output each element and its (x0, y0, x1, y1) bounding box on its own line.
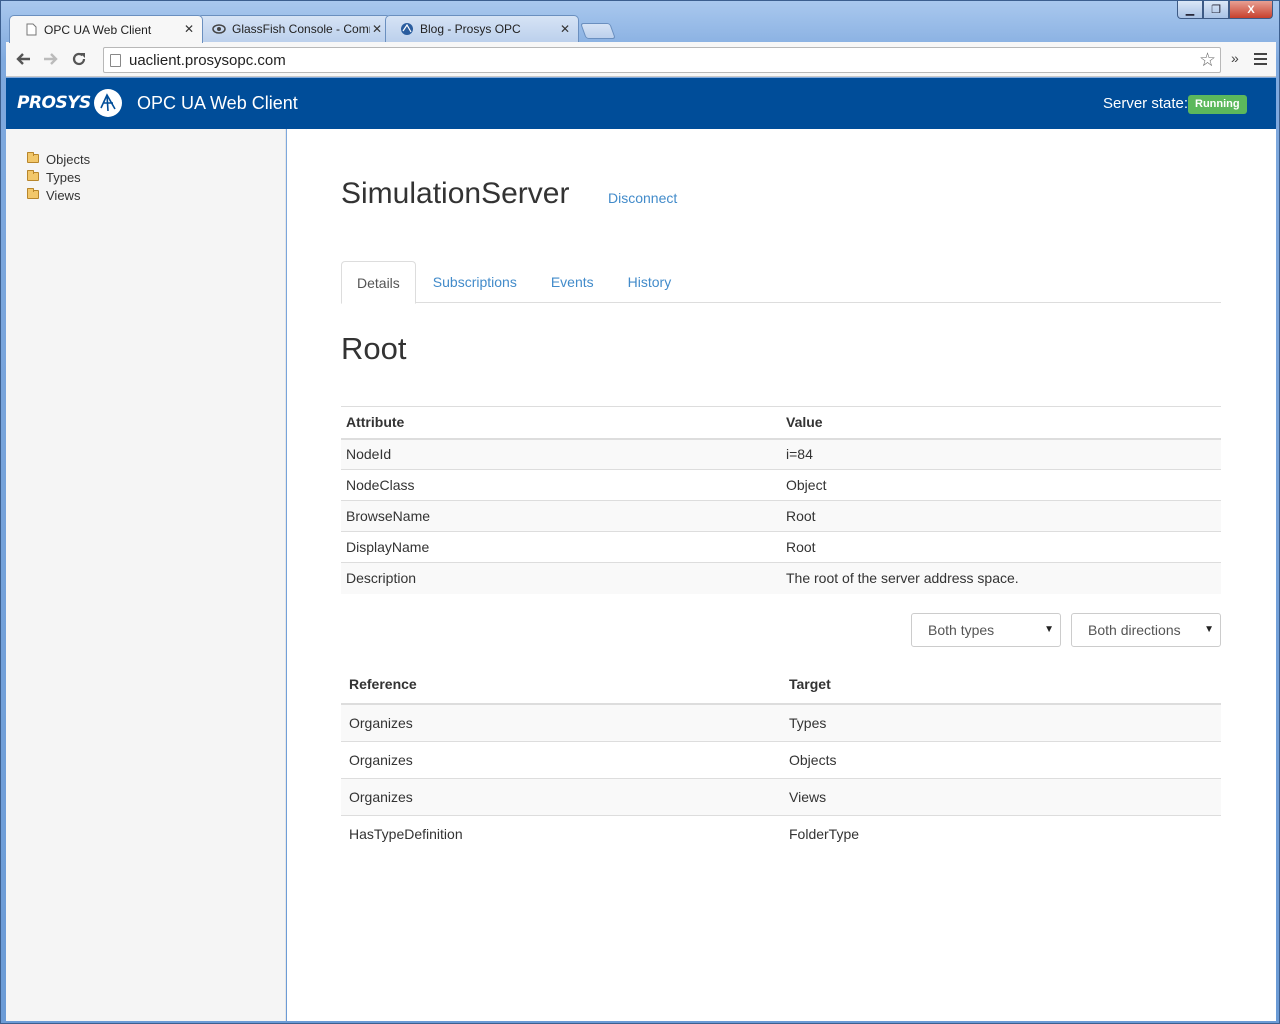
tab-subscriptions[interactable]: Subscriptions (416, 261, 534, 303)
logo-text: PROSYS (17, 93, 91, 113)
prosys-logo[interactable]: PROSYS (17, 89, 122, 117)
new-tab-button[interactable] (580, 23, 616, 39)
maximize-button[interactable]: ❐ (1203, 1, 1229, 19)
table-row: Description The root of the server addre… (341, 562, 1221, 594)
table-row[interactable]: Organizes Objects (341, 740, 1221, 778)
reference-target: Objects (781, 740, 1221, 778)
reference-type: Organizes (341, 704, 781, 741)
main-content: SimulationServer Disconnect Details Subs… (287, 129, 1276, 1021)
browser-tab-title: Blog - Prosys OPC (420, 22, 521, 36)
tree-item-objects[interactable]: Objects (27, 150, 90, 168)
disconnect-link[interactable]: Disconnect (608, 190, 677, 206)
attributes-table: Attribute Value NodeId i=84 NodeClass Ob… (341, 406, 1221, 594)
table-header-row: Reference Target (341, 665, 1221, 705)
browser-tab-title: OPC UA Web Client (44, 22, 152, 37)
reference-type: Organizes (341, 777, 781, 815)
glassfish-icon (212, 22, 226, 36)
table-row: BrowseName Root (341, 500, 1221, 532)
attribute-value: Root (781, 531, 1221, 563)
browser-tab-title: GlassFish Console - Comm (232, 22, 370, 36)
reference-direction-select[interactable]: Both directions ▼ (1071, 613, 1221, 647)
dropdown-caret-icon: ▼ (1204, 624, 1214, 635)
prosys-globe-icon (93, 89, 122, 117)
folder-icon (27, 169, 39, 181)
reference-type: HasTypeDefinition (341, 814, 781, 852)
column-header-target: Target (781, 665, 1221, 705)
reference-target: FolderType (781, 814, 1221, 852)
browser-tab-blog-prosys[interactable]: Blog - Prosys OPC ✕ (385, 15, 579, 42)
tab-events[interactable]: Events (534, 261, 611, 303)
forward-arrow-icon[interactable] (37, 45, 65, 73)
browser-window: ▁ ❐ X OPC UA Web Client ✕ GlassFish Cons… (0, 0, 1280, 1024)
reference-type: Organizes (341, 740, 781, 778)
table-row[interactable]: Organizes Types (341, 704, 1221, 741)
address-bar[interactable]: uaclient.prosysopc.com ☆ (103, 47, 1221, 73)
browser-tab-opc-ua-web-client[interactable]: OPC UA Web Client ✕ (9, 15, 203, 43)
reference-type-select[interactable]: Both types ▼ (911, 613, 1061, 647)
server-name: SimulationServer (341, 177, 570, 210)
table-row: DisplayName Root (341, 531, 1221, 563)
column-header-attribute: Attribute (341, 406, 781, 440)
extensions-chevron-icon[interactable]: » (1231, 50, 1239, 66)
server-state-badge: Running (1188, 95, 1247, 114)
tree-item-label: Types (46, 169, 81, 185)
page-icon (24, 23, 38, 37)
server-state-label: Server state: (1103, 95, 1189, 112)
tab-details[interactable]: Details (341, 261, 416, 304)
select-value: Both directions (1088, 622, 1181, 638)
attribute-value: Object (781, 469, 1221, 501)
close-tab-icon[interactable]: ✕ (184, 22, 194, 36)
page-icon (110, 53, 121, 67)
node-title: Root (341, 331, 407, 366)
table-row: NodeId i=84 (341, 438, 1221, 470)
tab-history[interactable]: History (611, 261, 689, 303)
browser-toolbar: uaclient.prosysopc.com ☆ » (6, 42, 1276, 77)
attribute-name: NodeId (341, 438, 781, 470)
column-header-reference: Reference (341, 665, 781, 705)
attribute-value: The root of the server address space. (781, 562, 1221, 594)
table-row[interactable]: Organizes Views (341, 777, 1221, 815)
attribute-value: Root (781, 500, 1221, 532)
select-value: Both types (928, 622, 995, 638)
tree-item-label: Objects (46, 151, 91, 167)
table-row: NodeClass Object (341, 469, 1221, 501)
minimize-button[interactable]: ▁ (1177, 1, 1203, 19)
detail-tabs: Details Subscriptions Events History (341, 261, 1221, 304)
dropdown-caret-icon: ▼ (1044, 624, 1054, 635)
close-window-button[interactable]: X (1229, 1, 1273, 19)
address-space-sidebar: Objects Types Views (6, 129, 286, 1021)
tree-item-label: Views (46, 187, 81, 203)
browser-tabstrip: OPC UA Web Client ✕ GlassFish Console - … (9, 15, 616, 43)
reload-icon[interactable] (65, 45, 93, 73)
tree-item-views[interactable]: Views (27, 186, 90, 204)
attribute-name: BrowseName (341, 500, 781, 532)
bookmark-star-icon[interactable]: ☆ (1199, 49, 1216, 72)
reference-target: Types (781, 704, 1221, 741)
tree-item-types[interactable]: Types (27, 168, 90, 186)
browser-menu-icon[interactable] (1254, 53, 1267, 65)
attribute-value: i=84 (781, 438, 1221, 470)
attribute-name: DisplayName (341, 531, 781, 563)
column-header-value: Value (781, 406, 1221, 440)
attribute-name: Description (341, 562, 781, 594)
browser-tab-glassfish[interactable]: GlassFish Console - Comm ✕ (197, 15, 391, 42)
app-header: PROSYS OPC UA Web Client Server state: R… (6, 78, 1276, 129)
folder-icon (27, 151, 39, 163)
window-controls: ▁ ❐ X (1177, 1, 1273, 19)
table-row[interactable]: HasTypeDefinition FolderType (341, 814, 1221, 852)
node-tree: Objects Types Views (27, 150, 90, 204)
close-tab-icon[interactable]: ✕ (560, 22, 570, 36)
prosys-icon (400, 22, 414, 36)
app-title: OPC UA Web Client (137, 93, 298, 113)
references-table: Reference Target Organizes Types Organiz… (341, 665, 1221, 852)
url-text: uaclient.prosysopc.com (129, 51, 286, 69)
folder-icon (27, 187, 39, 199)
back-arrow-icon[interactable] (9, 45, 37, 73)
reference-target: Views (781, 777, 1221, 815)
table-header-row: Attribute Value (341, 406, 1221, 440)
attribute-name: NodeClass (341, 469, 781, 501)
close-tab-icon[interactable]: ✕ (372, 22, 382, 36)
